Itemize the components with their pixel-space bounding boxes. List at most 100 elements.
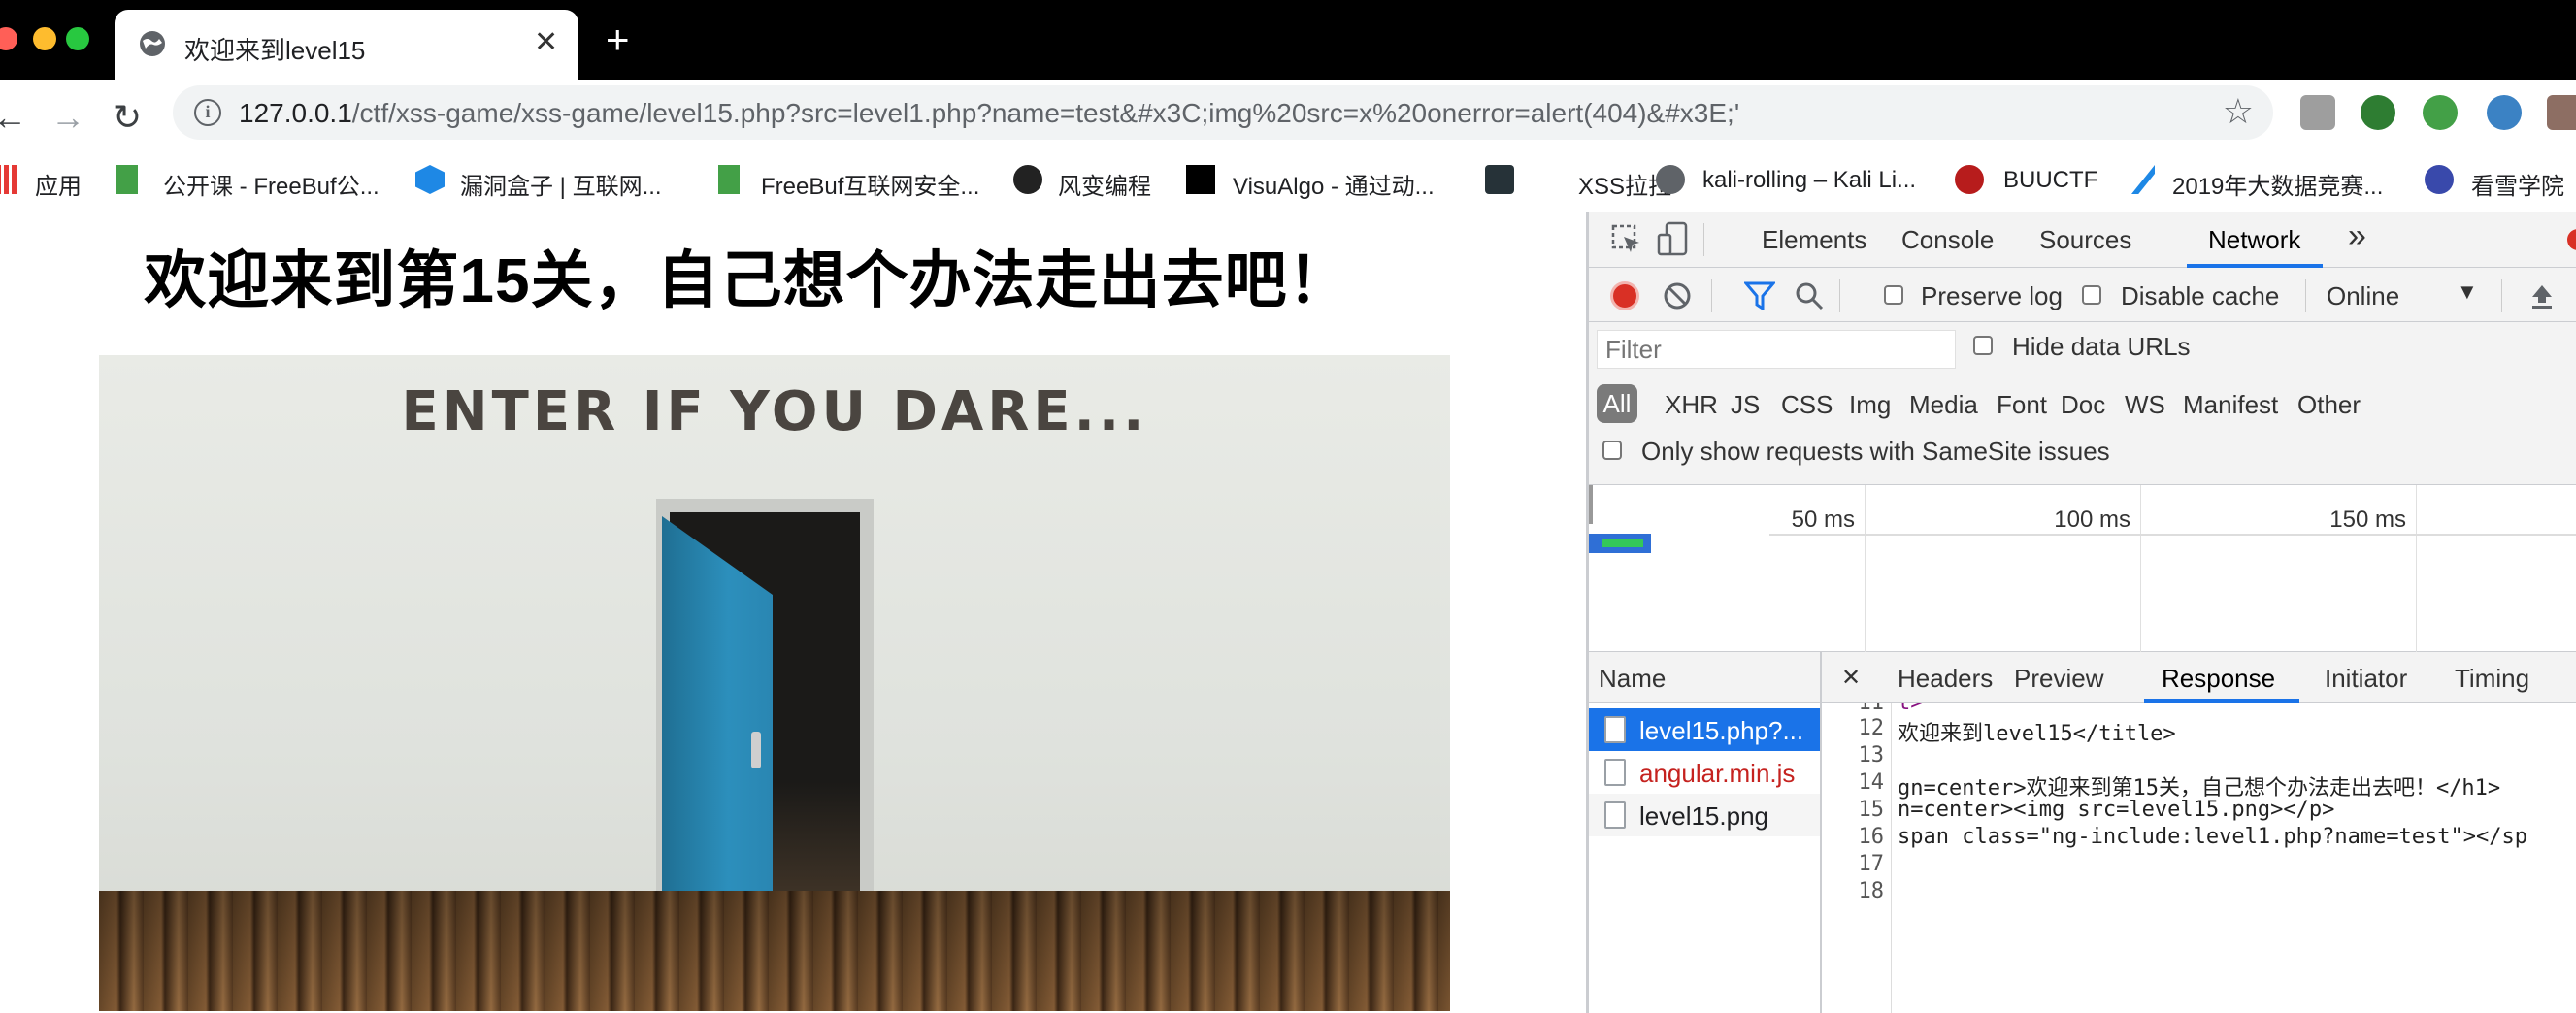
extension-icon[interactable] bbox=[2361, 95, 2395, 130]
url-text[interactable]: 127.0.0.1/ctf/xss-game/xss-game/level15.… bbox=[239, 98, 1739, 129]
timeline-gridline bbox=[1865, 485, 1866, 652]
tab-preview[interactable]: Preview bbox=[2014, 664, 2103, 694]
name-column-header[interactable]: Name bbox=[1589, 652, 1820, 703]
samesite-checkbox[interactable] bbox=[1602, 441, 1622, 460]
request-name: level15.php?... bbox=[1639, 716, 1804, 745]
timeline-gridline bbox=[2140, 485, 2141, 652]
disable-cache-checkbox[interactable] bbox=[2082, 285, 2101, 305]
type-filter-css[interactable]: CSS bbox=[1781, 390, 1833, 420]
tab-elements[interactable]: Elements bbox=[1762, 225, 1866, 255]
type-filter-ws[interactable]: WS bbox=[2125, 390, 2165, 420]
response-source[interactable]: 11 12 13 14 15 16 17 18 t> 欢迎来到level15</… bbox=[1822, 703, 2576, 1013]
bookmark-visualgo[interactable]: VisuAlgo - 通过动... bbox=[1233, 167, 1435, 201]
vpn-extension-icon[interactable] bbox=[2487, 95, 2522, 130]
freebuf-icon bbox=[718, 165, 740, 194]
tab-timing[interactable]: Timing bbox=[2455, 664, 2529, 694]
request-row-level15-php[interactable]: level15.php?... bbox=[1589, 708, 1820, 751]
bookmark-star-icon[interactable]: ☆ bbox=[2223, 91, 2254, 132]
bookmark-buuctf[interactable]: BUUCTF bbox=[2003, 167, 2097, 194]
import-har-icon[interactable] bbox=[2528, 281, 2556, 310]
line-number: 17 bbox=[1858, 852, 1885, 876]
tab-close-icon[interactable]: ✕ bbox=[534, 25, 558, 59]
globe-icon bbox=[1656, 165, 1685, 194]
search-icon[interactable] bbox=[1795, 281, 1824, 310]
type-filter-manifest[interactable]: Manifest bbox=[2183, 390, 2278, 420]
bookmark-freebuf[interactable]: FreeBuf互联网安全... bbox=[761, 167, 979, 201]
request-row-angular[interactable]: angular.min.js bbox=[1589, 751, 1820, 794]
type-filter-other[interactable]: Other bbox=[2297, 390, 2361, 420]
tab-response[interactable]: Response bbox=[2162, 664, 2275, 694]
evernote-icon[interactable] bbox=[2423, 95, 2458, 130]
tab-initiator[interactable]: Initiator bbox=[2325, 664, 2407, 694]
kanxue-icon bbox=[2425, 165, 2454, 194]
bookmark-vulbox[interactable]: 漏洞盒子 | 互联网... bbox=[460, 167, 662, 201]
back-icon[interactable]: ← bbox=[0, 97, 27, 138]
filter-icon[interactable] bbox=[1744, 281, 1775, 310]
tab-headers[interactable]: Headers bbox=[1898, 664, 1993, 694]
line-number: 15 bbox=[1858, 798, 1885, 822]
preserve-log-checkbox[interactable] bbox=[1884, 285, 1903, 305]
code-line: 欢迎来到level15</title> bbox=[1898, 722, 2176, 746]
toolbar-divider bbox=[2501, 279, 2502, 312]
new-tab-button[interactable]: + bbox=[606, 19, 630, 60]
toolbar-divider bbox=[1703, 223, 1704, 256]
type-filter-img[interactable]: Img bbox=[1849, 390, 1891, 420]
request-name: level15.png bbox=[1639, 801, 1768, 831]
preserve-log-label: Preserve log bbox=[1921, 281, 2063, 310]
request-row-level15-png[interactable]: level15.png bbox=[1589, 794, 1820, 836]
tab-console[interactable]: Console bbox=[1901, 225, 1994, 255]
error-indicator-icon[interactable] bbox=[2567, 229, 2576, 250]
inspect-element-icon[interactable] bbox=[1610, 223, 1643, 256]
more-tabs-icon[interactable]: » bbox=[2348, 217, 2366, 255]
bookmark-kali[interactable]: kali-rolling – Kali Li... bbox=[1702, 167, 1916, 194]
zoom-window-button[interactable] bbox=[66, 27, 89, 50]
device-toolbar-icon[interactable] bbox=[1657, 221, 1690, 258]
visualgo-icon bbox=[1186, 165, 1215, 194]
type-filter-js[interactable]: JS bbox=[1731, 390, 1760, 420]
tab-sources[interactable]: Sources bbox=[2039, 225, 2131, 255]
throttling-select[interactable]: Online bbox=[2327, 281, 2399, 311]
hide-data-urls-checkbox[interactable] bbox=[1973, 336, 1993, 355]
type-filter-all[interactable]: All bbox=[1597, 384, 1637, 423]
bookmark-fengbian[interactable]: 风变编程 bbox=[1058, 167, 1151, 201]
code-line: span class="ng-include:level1.php?name=t… bbox=[1898, 825, 2528, 849]
type-filter-media[interactable]: Media bbox=[1909, 390, 1978, 420]
bookmark-bigdata[interactable]: 2019年大数据竞赛... bbox=[2172, 167, 2383, 201]
dropdown-arrow-icon[interactable]: ▼ bbox=[2457, 279, 2478, 305]
details-tabbar: ✕ Headers Preview Response Initiator Tim… bbox=[1822, 652, 2576, 703]
tab-title: 欢迎来到level15 bbox=[184, 36, 366, 65]
minimize-window-button[interactable] bbox=[33, 27, 56, 50]
code-line: t> bbox=[1898, 703, 1924, 715]
apps-grid-icon bbox=[0, 165, 17, 194]
record-icon[interactable] bbox=[1610, 281, 1639, 310]
toolbar-divider bbox=[1839, 279, 1840, 312]
type-filter-xhr[interactable]: XHR bbox=[1665, 390, 1718, 420]
bookmark-apps[interactable]: 应用 bbox=[35, 167, 82, 201]
type-filter-doc[interactable]: Doc bbox=[2061, 390, 2105, 420]
clear-icon[interactable] bbox=[1663, 281, 1692, 310]
floor-shadow bbox=[99, 891, 1450, 1011]
timeline-tick: 150 ms bbox=[2329, 506, 2406, 533]
close-window-button[interactable] bbox=[0, 27, 17, 50]
freebuf-icon bbox=[116, 165, 138, 194]
download-extension-icon[interactable] bbox=[2300, 95, 2335, 130]
page-heading: 欢迎来到第15关，自己想个办法走出去吧！ bbox=[144, 245, 1351, 315]
bookmark-kanxue[interactable]: 看雪学院 bbox=[2471, 167, 2564, 201]
devtools-tabbar: Elements Console Sources Network » bbox=[1589, 212, 2576, 268]
info-icon[interactable]: i bbox=[194, 99, 221, 126]
address-bar[interactable]: i 127.0.0.1/ctf/xss-game/xss-game/level1… bbox=[173, 85, 2273, 140]
code-line: n=center><img src=level15.png></p> bbox=[1898, 798, 2335, 822]
forward-icon[interactable]: → bbox=[50, 97, 85, 138]
line-number: 14 bbox=[1858, 770, 1885, 795]
filter-input[interactable] bbox=[1597, 330, 1956, 369]
timeline-track bbox=[1769, 534, 2576, 536]
bookmark-freebuf-course[interactable]: 公开课 - FreeBuf公... bbox=[163, 167, 380, 201]
profile-avatar[interactable] bbox=[2547, 95, 2576, 130]
level-image: ENTER IF YOU DARE... bbox=[99, 355, 1450, 1011]
close-details-icon[interactable]: ✕ bbox=[1841, 664, 1861, 692]
reload-icon[interactable]: ↻ bbox=[113, 97, 142, 138]
browser-tab[interactable]: 欢迎来到level15 ✕ bbox=[115, 10, 578, 80]
requests-list: Name level15.php?... angular.min.js leve… bbox=[1589, 652, 1822, 1013]
type-filter-font[interactable]: Font bbox=[1997, 390, 2047, 420]
tab-network[interactable]: Network bbox=[2208, 225, 2300, 255]
